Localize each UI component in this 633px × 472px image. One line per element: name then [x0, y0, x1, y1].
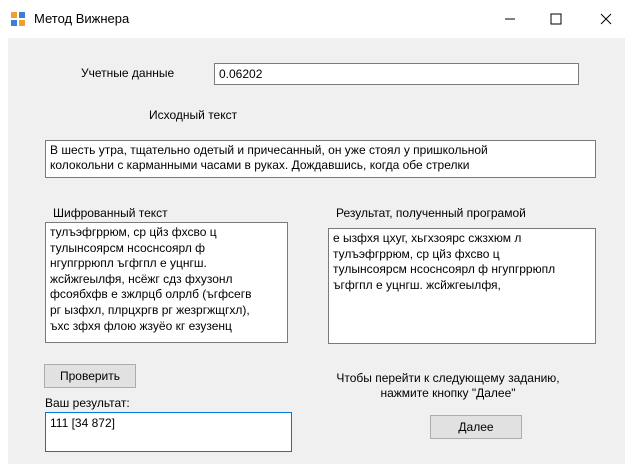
- result-text-area[interactable]: е ызфхя цхуг, хьгхзоярс сжзхюм л тулъэфг…: [328, 228, 596, 344]
- next-hint-line: нажмите кнопку "Далее": [380, 386, 516, 400]
- result-line: тулынсоярсм нсоснсоярл ф нгупгррюпл: [333, 262, 556, 277]
- minimize-button[interactable]: [487, 0, 533, 38]
- check-button[interactable]: Проверить: [44, 364, 136, 388]
- cipher-line: ъхс зфхя флою жзуёо кг езузенц: [50, 318, 232, 333]
- result-line: тулъэфгррюм, ср цйз фхсво ц: [333, 246, 500, 261]
- your-result-input[interactable]: 111 [34 872]: [45, 412, 292, 452]
- source-text-label: Исходный текст: [149, 108, 238, 122]
- credentials-label: Учетные данные: [81, 66, 175, 80]
- result-label: Результат, полученный програмой: [336, 206, 526, 220]
- result-line: е ызфхя цхуг, хьгхзоярс сжзхюм л: [333, 231, 522, 245]
- cipher-line: фсоябхфв е зжлрцб олрлб (ъгфсегв: [50, 287, 252, 302]
- next-hint-line: Чтобы перейти к следующему заданию,: [336, 371, 560, 385]
- maximize-icon: [550, 13, 562, 25]
- cipher-line: жсйжгеылфя, нсёжг сдз фхузонл: [50, 271, 233, 286]
- close-button[interactable]: [583, 0, 629, 38]
- cipher-text-label: Шифрованный текст: [53, 206, 168, 220]
- cipher-line: рг ызфхл, плрцхргв рг жезргжщгхл),: [50, 302, 250, 317]
- cipher-text-area[interactable]: тулъэфгррюм, ср цйз фхсво ц тулынсоярсм …: [45, 222, 288, 343]
- minimize-icon: [505, 18, 515, 20]
- window-title: Метод Вижнера: [34, 11, 130, 26]
- cipher-line: нгупгррюпл ъгфгпл е уцнгш.: [50, 256, 207, 271]
- cipher-line: тулъэфгррюм, ср цйз фхсво ц: [50, 225, 217, 239]
- result-line: ъгфгпл е уцнгш. жсйжгеылфя,: [333, 277, 501, 292]
- cipher-line: тулынсоярсм нсоснсоярл ф: [50, 240, 206, 255]
- app-icon: [11, 12, 25, 26]
- source-text-line: колокольни с карманными часами в руках. …: [50, 158, 470, 172]
- source-text-line: В шесть утра, тщательно одетый и причеса…: [50, 143, 488, 157]
- credentials-input[interactable]: 0.06202: [214, 63, 579, 85]
- title-bar: Метод Вижнера: [0, 0, 633, 38]
- form-client-area: Учетные данные 0.06202 Исходный текст В …: [8, 38, 625, 464]
- app-window: Метод Вижнера Учетные данные 0.06202 Исх…: [0, 0, 633, 472]
- source-text-area[interactable]: В шесть утра, тщательно одетый и причеса…: [45, 140, 596, 178]
- close-icon: [600, 13, 612, 25]
- next-button[interactable]: Далее: [430, 415, 522, 439]
- your-result-label: Ваш результат:: [45, 396, 130, 410]
- maximize-button[interactable]: [533, 0, 579, 38]
